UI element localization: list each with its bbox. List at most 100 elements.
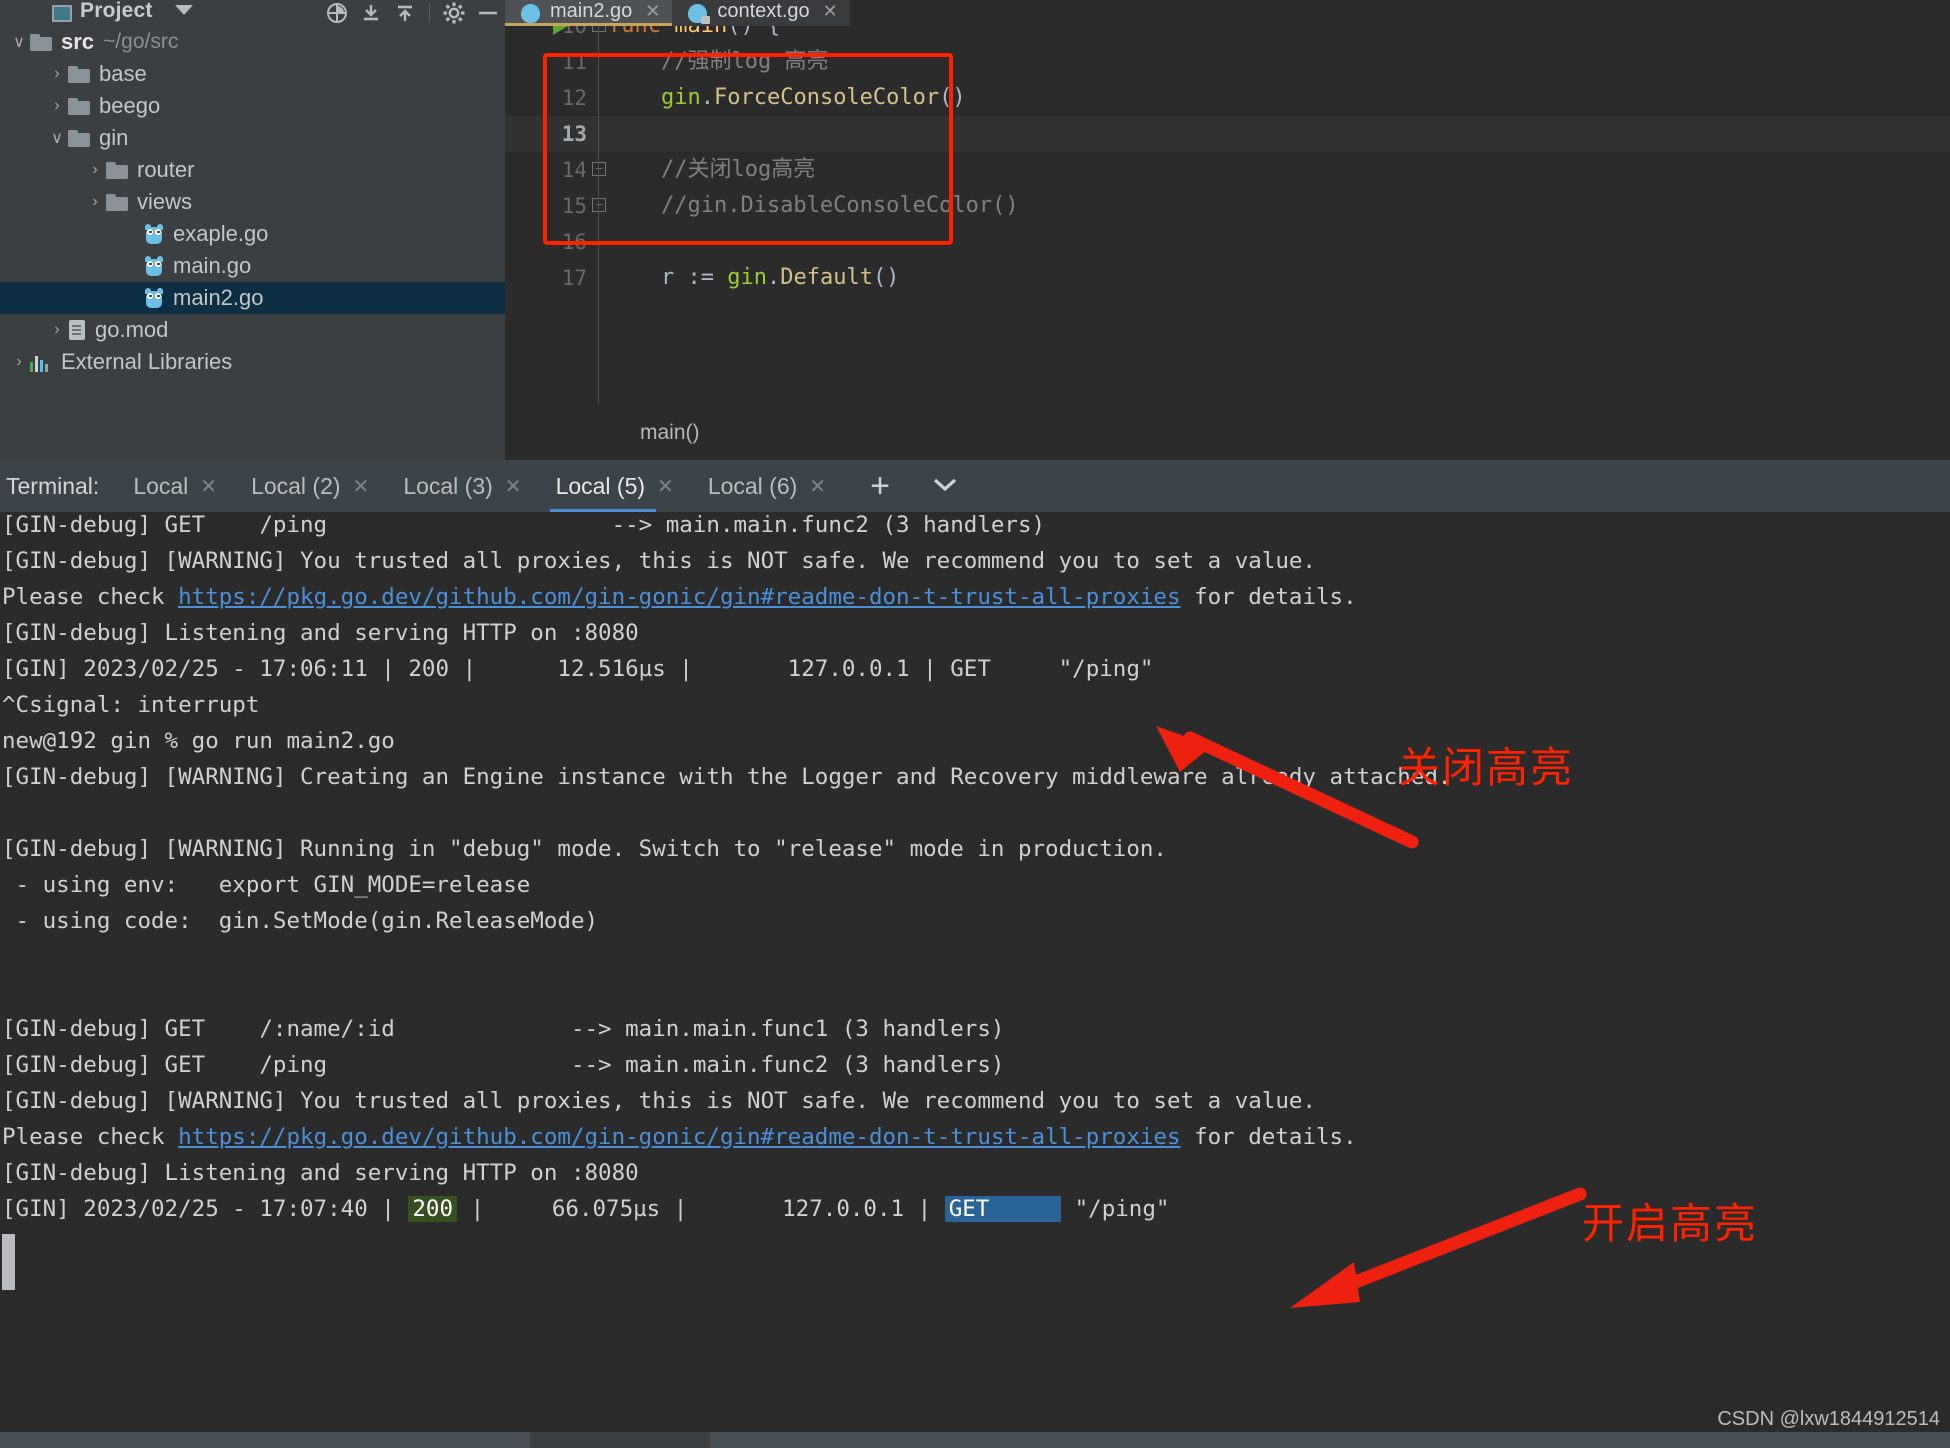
annotation-text: 关闭高亮 — [1398, 743, 1575, 792]
code-fold-icon[interactable]: − — [592, 162, 606, 176]
tree-item-label: main.go — [173, 253, 252, 278]
tree-item-views[interactable]: › views — [0, 186, 505, 218]
terminal-tab-local[interactable]: Local ✕ — [133, 460, 217, 512]
tree-item-main-go[interactable]: main.go — [0, 250, 505, 282]
close-icon[interactable]: ✕ — [200, 474, 217, 499]
status-badge: 200 — [408, 1196, 458, 1222]
code-line[interactable]: 10−func main() { — [505, 26, 1950, 44]
chevron-down-icon[interactable] — [928, 473, 962, 500]
terminal-link[interactable]: https://pkg.go.dev/github.com/gin-gonic/… — [178, 584, 1180, 610]
collapse-all-icon[interactable] — [354, 0, 388, 26]
terminal-line: [GIN-debug] [WARNING] You trusted all pr… — [2, 1088, 1316, 1114]
tree-item-label: External Libraries — [61, 349, 233, 374]
terminal-tab-local-5[interactable]: Local (5) ✕ — [549, 460, 674, 512]
terminal-cursor — [2, 1234, 15, 1290]
tree-item-beego[interactable]: › beego — [0, 90, 505, 122]
terminal-output[interactable]: [GIN-debug] GET /ping --> main.main.func… — [0, 512, 1950, 1422]
code-editor[interactable]: 10−func main() {11 //强制log 高亮12 gin.Forc… — [505, 26, 1950, 405]
editor-tab-context-go[interactable]: context.go ✕ — [672, 0, 850, 26]
code-line[interactable]: 14− //关闭log高亮 — [505, 152, 1950, 188]
folder-icon — [68, 65, 90, 83]
status-bar — [0, 1432, 1950, 1448]
terminal-line: [GIN] 2023/02/25 - 17:06:11 | 200 | 12.5… — [2, 656, 1153, 682]
terminal-text: - using code: gin.SetMode(gin.ReleaseMod… — [2, 908, 599, 934]
terminal-text: [GIN-debug] [WARNING] You trusted all pr… — [2, 1088, 1316, 1114]
tree-item-main2-go[interactable]: main2.go — [0, 282, 505, 314]
project-tool-window: Project ∨ src ~/go/src › base › beego ∨ … — [0, 0, 505, 460]
editor-tab-main2-go[interactable]: main2.go ✕ — [505, 0, 673, 26]
chevron-right-icon[interactable]: › — [46, 97, 68, 115]
go-mod-icon — [68, 319, 86, 341]
folder-icon — [30, 33, 52, 51]
chevron-right-icon[interactable]: › — [8, 353, 30, 371]
terminal-label: Terminal: — [6, 472, 100, 499]
code-line[interactable]: 12 gin.ForceConsoleColor() — [505, 80, 1950, 116]
editor-tab-label: context.go — [717, 0, 810, 22]
terminal-tab-local-2[interactable]: Local (2) ✕ — [251, 460, 369, 512]
line-number: 15 — [561, 194, 587, 218]
code-line[interactable]: 13 — [505, 116, 1950, 152]
tree-item-base[interactable]: › base — [0, 58, 505, 90]
gutter-divider — [598, 26, 599, 405]
terminal-tab-local-3[interactable]: Local (3) ✕ — [403, 460, 521, 512]
libraries-icon — [30, 352, 52, 372]
line-number: 16 — [561, 230, 587, 254]
terminal-text: - using env: export GIN_MODE=release — [2, 872, 531, 898]
close-icon[interactable]: ✕ — [809, 474, 826, 499]
tree-item-router[interactable]: › router — [0, 154, 505, 186]
terminal-link[interactable]: https://pkg.go.dev/github.com/gin-gonic/… — [178, 1124, 1180, 1150]
locate-icon[interactable] — [320, 0, 354, 26]
add-terminal-button[interactable]: + — [870, 469, 890, 503]
terminal-text: [GIN-debug] [WARNING] Creating an Engine… — [2, 764, 1452, 790]
terminal-tab-local-6[interactable]: Local (6) ✕ — [708, 460, 826, 512]
code-line[interactable]: 16 — [505, 224, 1950, 260]
code-text: gin.ForceConsoleColor() — [660, 85, 966, 110]
editor-tab-label: main2.go — [550, 0, 633, 22]
expand-all-icon[interactable] — [388, 0, 422, 26]
terminal-line: [GIN-debug] [WARNING] Running in "debug"… — [2, 836, 1167, 862]
run-gutter-icon[interactable] — [553, 26, 568, 35]
chevron-right-icon[interactable]: › — [46, 321, 68, 339]
close-icon[interactable]: ✕ — [505, 474, 522, 499]
tree-item-go-mod[interactable]: › go.mod — [0, 314, 505, 346]
chevron-right-icon[interactable]: › — [84, 193, 106, 211]
terminal-tab-label: Local (5) — [555, 472, 646, 499]
chevron-down-icon[interactable] — [174, 5, 193, 15]
terminal-line: [GIN-debug] GET /ping --> main.main.func… — [2, 512, 1045, 538]
tree-item-exaple-go[interactable]: exaple.go — [0, 218, 505, 250]
close-icon[interactable]: ✕ — [657, 474, 674, 499]
csdn-watermark: CSDN @lxw1844912514 — [1717, 1408, 1940, 1430]
tree-item-external-libraries[interactable]: › External Libraries — [0, 346, 505, 378]
terminal-text: [GIN-debug] [WARNING] You trusted all pr… — [2, 548, 1316, 574]
terminal-tabs: Local ✕ Local (2) ✕ Local (3) ✕ Local (5) ✕ Loca… — [99, 460, 826, 512]
terminal-line: [GIN-debug] Listening and serving HTTP o… — [2, 620, 639, 646]
code-line[interactable]: 17 r := gin.Default() — [505, 260, 1950, 296]
go-file-icon — [144, 223, 164, 245]
chevron-down-icon[interactable]: ∨ — [46, 128, 68, 148]
code-fold-icon[interactable]: − — [592, 198, 606, 212]
code-text: //关闭log高亮 — [608, 157, 816, 182]
toolbar-divider — [429, 3, 430, 23]
method-badge: GET — [944, 1196, 1062, 1222]
code-line[interactable]: 15− //gin.DisableConsoleColor() — [505, 188, 1950, 224]
chevron-right-icon[interactable]: › — [84, 161, 106, 179]
tree-item-label: views — [137, 189, 193, 214]
chevron-down-icon[interactable]: ∨ — [8, 32, 30, 52]
hide-panel-icon[interactable] — [471, 0, 505, 26]
code-line[interactable]: 11 //强制log 高亮 — [505, 44, 1950, 80]
lock-icon — [701, 15, 711, 24]
close-icon[interactable]: ✕ — [645, 1, 660, 22]
tree-item-gin[interactable]: ∨ gin — [0, 122, 505, 154]
code-fold-icon[interactable]: − — [592, 26, 606, 32]
terminal-tab-bar: Terminal: Local ✕ Local (2) ✕ Local (3) ✕ Loca… — [0, 460, 1950, 512]
terminal-line: Please check https://pkg.go.dev/github.c… — [2, 584, 1357, 610]
terminal-text: | 66.075µs | 127.0.0.1 | — [457, 1196, 945, 1222]
close-icon[interactable]: ✕ — [353, 474, 370, 499]
tree-item-src[interactable]: ∨ src ~/go/src — [0, 26, 505, 58]
chevron-right-icon[interactable]: › — [46, 65, 68, 83]
folder-icon — [68, 97, 90, 115]
project-view-icon[interactable] — [52, 4, 72, 22]
settings-gear-icon[interactable] — [437, 0, 471, 26]
terminal-text: for details. — [1180, 584, 1357, 610]
close-icon[interactable]: ✕ — [823, 1, 838, 22]
